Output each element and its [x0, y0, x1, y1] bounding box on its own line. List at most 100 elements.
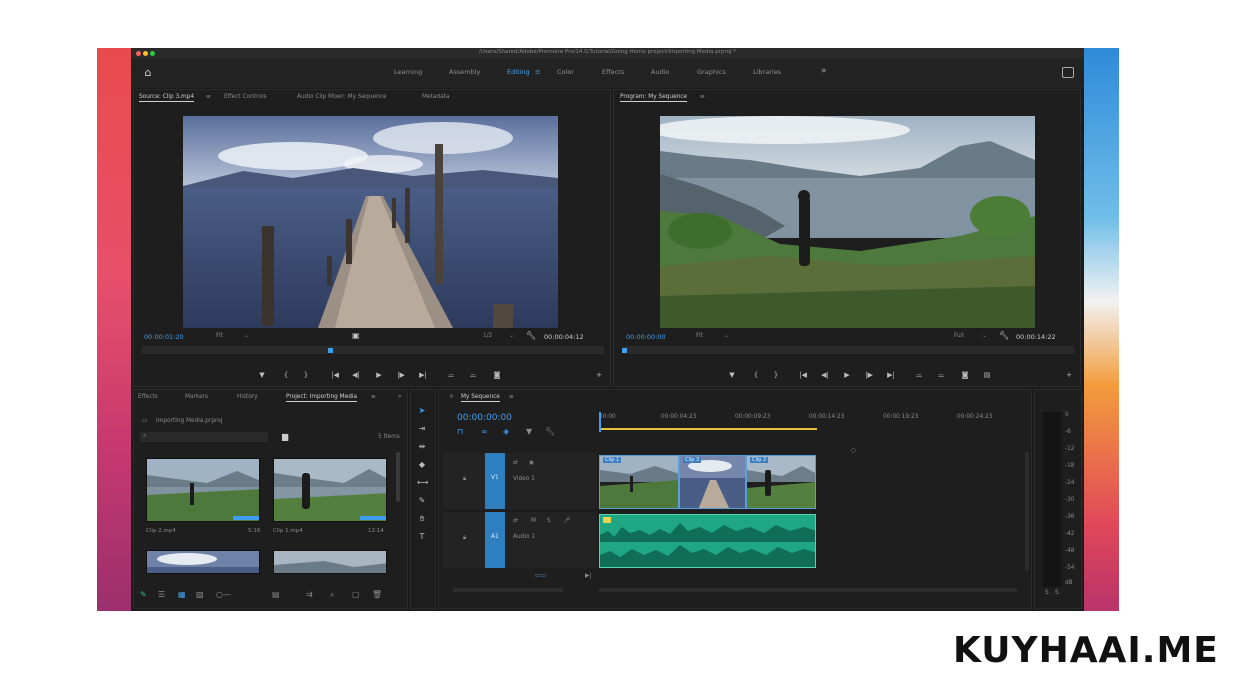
timeline-h-scrollbar[interactable]: [599, 588, 1017, 592]
workspace-graphics[interactable]: Graphics: [697, 68, 726, 76]
project-scrollbar[interactable]: [396, 452, 400, 502]
source-fit-select[interactable]: Fit: [216, 333, 223, 339]
project-clip-thumb[interactable]: [273, 458, 387, 522]
marker-icon[interactable]: ▼: [526, 427, 532, 436]
program-export-frame-icon[interactable]: ◙: [960, 370, 970, 380]
program-timecode-in[interactable]: 00:00:00:00: [626, 333, 666, 341]
selection-tool-icon[interactable]: ➤: [417, 406, 427, 416]
video-track-target[interactable]: V1: [485, 453, 505, 509]
list-view-icon[interactable]: ☰: [158, 590, 165, 599]
timeline-timecode[interactable]: 00:00:00:00: [457, 413, 512, 423]
program-step-back-icon[interactable]: ◀|: [820, 370, 830, 380]
source-resolution-chevron-icon[interactable]: ⌄: [509, 333, 514, 339]
new-bin-icon[interactable]: ▆: [282, 432, 288, 441]
audio-clip[interactable]: [599, 514, 816, 568]
workspace-audio[interactable]: Audio: [651, 68, 669, 76]
tab-source-close-icon[interactable]: ≡: [206, 94, 211, 100]
tab-metadata[interactable]: Metadata: [422, 94, 449, 100]
program-playhead[interactable]: [622, 348, 627, 353]
workspace-color[interactable]: Color: [557, 68, 574, 76]
solo-left-button[interactable]: S: [1045, 590, 1049, 596]
source-settings-wrench-icon[interactable]: 🔧︎: [526, 331, 536, 340]
video-lock-icon[interactable]: 🔒︎: [463, 476, 466, 483]
workspace-learning[interactable]: Learning: [394, 68, 422, 76]
audio-sync-lock-icon[interactable]: ⇄: [513, 518, 518, 524]
timeline-playhead[interactable]: [599, 412, 601, 432]
step-forward-icon[interactable]: |▶: [396, 370, 406, 380]
tab-sequence-menu-icon[interactable]: ≡: [509, 394, 514, 400]
program-go-to-in-icon[interactable]: |◀: [798, 370, 808, 380]
extract-icon[interactable]: ⌓: [936, 370, 946, 380]
track-select-tool-icon[interactable]: ⇥: [417, 424, 427, 434]
ripple-edit-tool-icon[interactable]: ⇹: [417, 442, 427, 452]
source-playhead[interactable]: [328, 348, 333, 353]
program-play-icon[interactable]: ▶: [842, 370, 852, 380]
timeline-close-icon[interactable]: ×: [449, 394, 454, 400]
pen-tool-icon[interactable]: ✎: [417, 496, 427, 506]
insert-clip-icon[interactable]: ▣: [352, 331, 360, 340]
sort-icon[interactable]: ▤: [272, 590, 280, 599]
program-fit-select[interactable]: Fit: [696, 333, 703, 339]
video-clip[interactable]: Clip 2: [746, 455, 816, 509]
source-timecode-in[interactable]: 00:00:01:20: [144, 333, 184, 341]
freeform-view-icon[interactable]: ▨: [196, 590, 204, 599]
sync-lock-icon[interactable]: ⇄: [513, 460, 518, 466]
zoom-slider-icon[interactable]: ○—: [216, 590, 231, 599]
mark-out-icon[interactable]: }: [301, 370, 311, 380]
snap-icon[interactable]: ⊓: [457, 427, 463, 436]
program-step-forward-icon[interactable]: |▶: [864, 370, 874, 380]
icon-view-icon[interactable]: ▦: [178, 590, 186, 599]
slip-tool-icon[interactable]: ⟷: [417, 478, 428, 488]
type-tool-icon[interactable]: T: [417, 532, 427, 542]
voice-over-icon[interactable]: 🎤︎: [563, 518, 570, 524]
lift-icon[interactable]: ⌓: [914, 370, 924, 380]
audio-track-target[interactable]: A1: [485, 512, 505, 568]
workspace-editing[interactable]: Editing: [507, 68, 530, 76]
program-go-to-out-icon[interactable]: ▶|: [886, 370, 896, 380]
tab-effect-controls[interactable]: Effect Controls: [224, 94, 267, 100]
program-resolution-select[interactable]: Full: [954, 333, 964, 339]
tab-history[interactable]: History: [237, 394, 258, 400]
new-item-icon[interactable]: ▢: [352, 590, 360, 599]
workspace-effects[interactable]: Effects: [602, 68, 624, 76]
tab-source[interactable]: Source: Clip 3.mp4: [139, 94, 195, 102]
program-fit-chevron-icon[interactable]: ⌄: [724, 333, 729, 339]
export-frame-icon[interactable]: ◙: [492, 370, 502, 380]
source-fit-chevron-icon[interactable]: ⌄: [244, 333, 249, 339]
play-icon[interactable]: ▶: [374, 370, 384, 380]
video-clip[interactable]: Clip 3: [679, 455, 746, 509]
find-icon[interactable]: ⌕: [330, 590, 334, 600]
razor-tool-icon[interactable]: ◆: [417, 460, 427, 470]
workspace-libraries[interactable]: Libraries: [753, 68, 781, 76]
program-settings-wrench-icon[interactable]: 🔧︎: [999, 331, 1009, 340]
tab-program-menu-icon[interactable]: ≡: [700, 94, 705, 100]
tab-program[interactable]: Program: My Sequence: [620, 94, 688, 102]
go-to-out-icon[interactable]: ▶|: [418, 370, 428, 380]
track-h-scrollbar[interactable]: [453, 588, 563, 592]
program-mark-out-icon[interactable]: }: [771, 370, 781, 380]
hand-tool-icon[interactable]: ✋︎: [417, 514, 427, 524]
program-mark-in-icon[interactable]: {: [751, 370, 761, 380]
more-workspaces-icon[interactable]: »: [821, 66, 827, 76]
automate-icon[interactable]: ⇉: [306, 590, 313, 599]
linked-selection-icon[interactable]: ∞: [481, 427, 488, 436]
add-marker-timeline-icon[interactable]: ◈: [503, 427, 509, 436]
program-resolution-chevron-icon[interactable]: ⌄: [982, 333, 987, 339]
insert-icon[interactable]: ⌓: [446, 370, 456, 380]
home-icon[interactable]: ⌂: [141, 66, 155, 80]
work-area-bar[interactable]: [599, 428, 817, 430]
overwrite-icon[interactable]: ⌓: [468, 370, 478, 380]
tab-project[interactable]: Project: Importing Media: [286, 394, 358, 402]
timeline-v-scroll-top[interactable]: ○: [851, 448, 856, 454]
source-scrub-bar[interactable]: [142, 346, 604, 354]
tab-effects[interactable]: Effects: [138, 394, 158, 400]
timeline-v-scrollbar[interactable]: [1025, 452, 1029, 570]
program-add-button-icon[interactable]: +: [1064, 370, 1074, 380]
trash-icon[interactable]: 🗑︎: [372, 590, 382, 599]
mark-in-icon[interactable]: {: [281, 370, 291, 380]
timeline-settings-wrench-icon[interactable]: 🔧︎: [545, 427, 555, 436]
program-scrub-bar[interactable]: [622, 346, 1074, 354]
quick-export-icon[interactable]: [1062, 67, 1074, 78]
audio-lock-icon[interactable]: 🔒︎: [463, 535, 466, 542]
panel-overflow-icon[interactable]: »: [398, 394, 402, 400]
